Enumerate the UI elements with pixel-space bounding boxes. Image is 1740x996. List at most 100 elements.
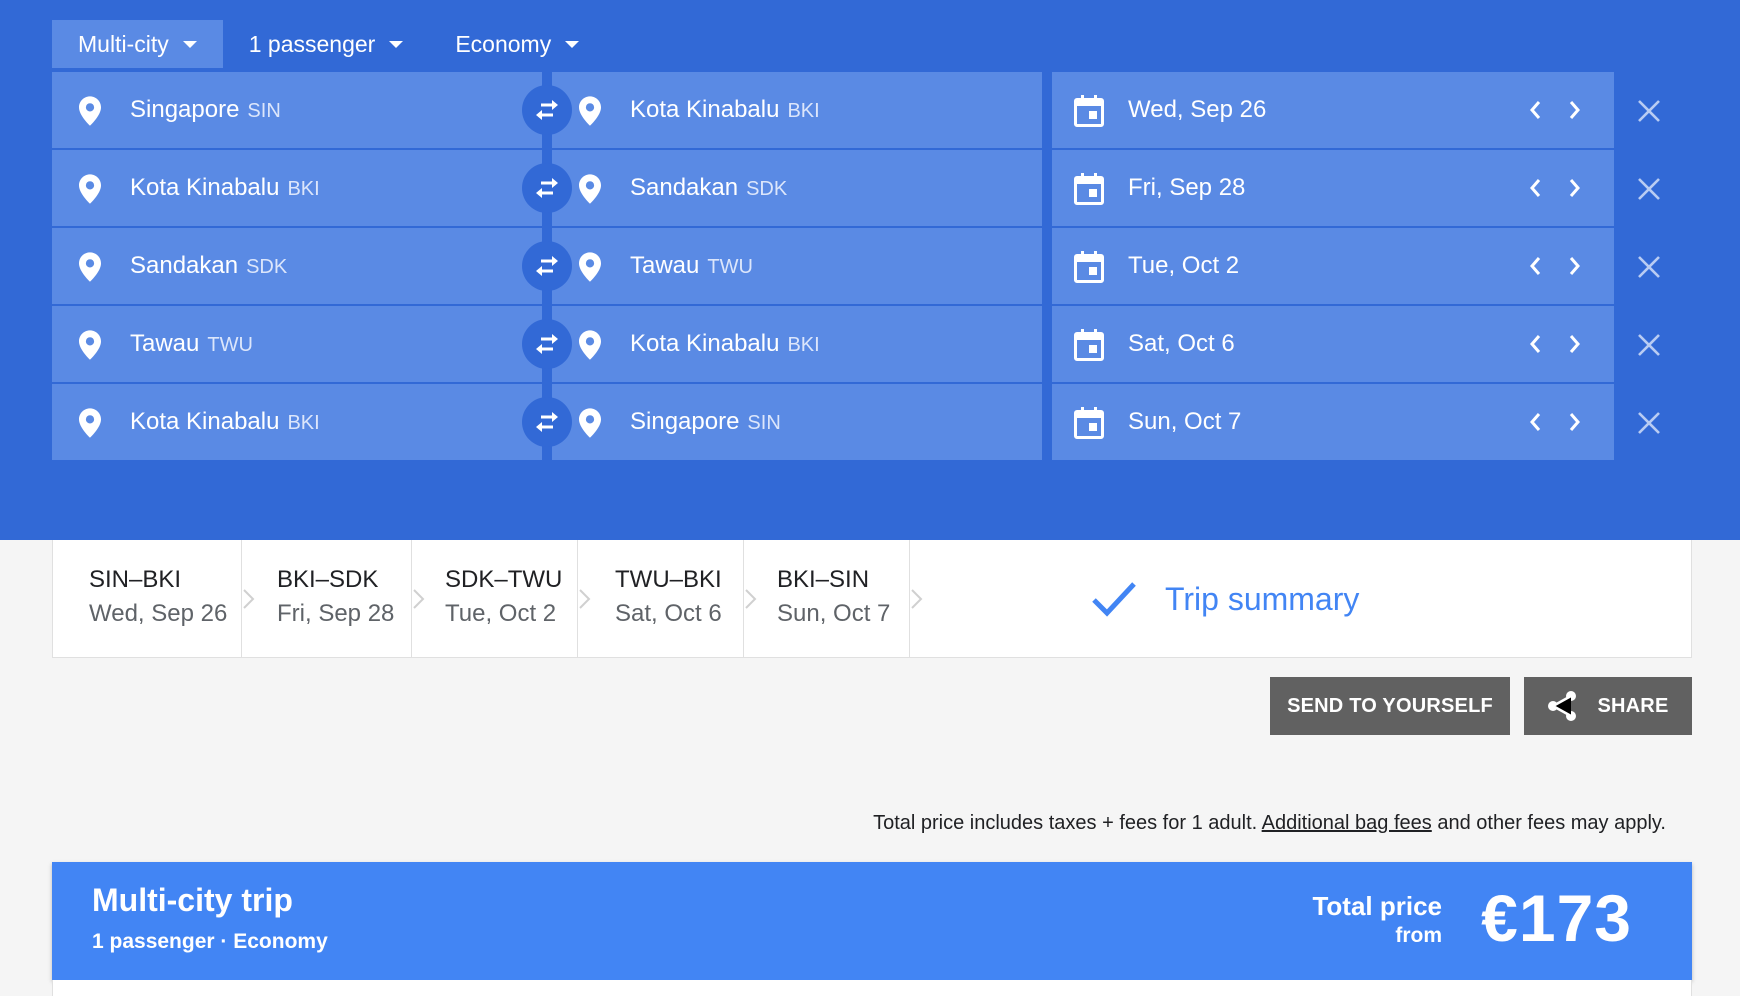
origin-code: SDK [246,256,288,278]
origin-field[interactable]: Kota Kinabalu BKI [52,150,542,226]
next-date-button[interactable] [1560,94,1590,126]
destination-field[interactable]: Sandakan SDK [552,150,1042,226]
flight-leg-row: Sandakan SDK Tawau TWU Tue, Oct 2 [52,228,1672,304]
origin-field[interactable]: Kota Kinabalu BKI [52,384,542,460]
remove-leg-button[interactable] [1632,250,1666,284]
chevron-left-icon [1530,179,1541,197]
calendar-icon [1074,173,1104,205]
passengers-label: 1 passenger [248,30,376,57]
destination-field[interactable]: Kota Kinabalu BKI [552,306,1042,382]
close-icon [1638,334,1660,356]
origin-city: Kota Kinabalu BKI [130,408,320,435]
previous-date-button[interactable] [1520,328,1550,360]
caret-down-icon [182,40,197,48]
tab-route: SDK–TWU [445,566,563,593]
search-panel: Multi-city 1 passenger Economy Singapore… [0,0,1740,540]
origin-city: Sandakan SDK [130,252,288,279]
location-pin-icon [579,330,601,360]
tab-leg-5[interactable]: BKI–SIN Sun, Oct 7 [777,540,890,658]
tab-leg-2[interactable]: BKI–SDK Fri, Sep 28 [277,540,394,658]
close-icon [1638,178,1660,200]
location-pin-icon [579,252,601,282]
destination-field[interactable]: Kota Kinabalu BKI [552,72,1042,148]
tab-date: Tue, Oct 2 [445,600,557,627]
tab-route: BKI–SIN [777,566,870,593]
calendar-icon [1074,407,1104,439]
location-pin-icon [79,330,101,360]
price-disclaimer: Total price includes taxes + fees for 1 … [873,812,1666,835]
swap-button[interactable] [522,241,572,291]
flight-leg-row: Tawau TWU Kota Kinabalu BKI Sat, Oct 6 [52,306,1672,382]
next-date-button[interactable] [1560,250,1590,282]
destination-field[interactable]: Singapore SIN [552,384,1042,460]
tab-leg-1[interactable]: SIN–BKI Wed, Sep 26 [89,540,227,658]
total-price-label: Total price from [1312,892,1442,950]
previous-date-button[interactable] [1520,406,1550,438]
share-icon [1548,691,1577,721]
chevron-right-icon [745,589,757,609]
chevron-left-icon [1530,335,1541,353]
tab-date: Sat, Oct 6 [615,600,722,627]
origin-field[interactable]: Singapore SIN [52,72,542,148]
total-price: €173 [1481,881,1632,955]
destination-city: Sandakan SDK [630,174,788,201]
destination-city: Kota Kinabalu BKI [630,96,820,123]
departure-date-field[interactable]: Wed, Sep 26 [1052,72,1614,148]
tab-route: BKI–SDK [277,566,379,593]
chevron-right-icon [413,589,425,609]
share-button[interactable]: SHARE [1524,677,1692,735]
swap-button[interactable] [522,85,572,135]
origin-code: BKI [287,412,320,434]
swap-button[interactable] [522,163,572,213]
swap-button[interactable] [522,319,572,369]
swap-arrows-icon [536,100,558,120]
chevron-left-icon [1530,413,1541,431]
destination-code: SDK [746,178,788,200]
passengers-dropdown[interactable]: 1 passenger [223,20,430,68]
destination-code: TWU [707,256,753,278]
tab-route: SIN–BKI [89,566,182,593]
next-date-button[interactable] [1560,172,1590,204]
destination-code: BKI [787,100,820,122]
origin-city: Kota Kinabalu BKI [130,174,320,201]
chevron-right-icon [243,589,255,609]
next-date-button[interactable] [1560,406,1590,438]
tab-leg-4[interactable]: TWU–BKI Sat, Oct 6 [615,540,722,658]
swap-arrows-icon [536,256,558,276]
tab-trip-summary[interactable]: Trip summary [1053,540,1453,658]
departure-date-field[interactable]: Sun, Oct 7 [1052,384,1614,460]
departure-date-field[interactable]: Tue, Oct 2 [1052,228,1614,304]
remove-leg-button[interactable] [1632,94,1666,128]
previous-date-button[interactable] [1520,172,1550,204]
cabin-class-dropdown[interactable]: Economy [429,20,605,68]
calendar-icon [1074,95,1104,127]
close-icon [1638,100,1660,122]
checkmark-icon [1092,582,1136,617]
previous-date-button[interactable] [1520,94,1550,126]
destination-city: Tawau TWU [630,252,753,279]
departure-date-field[interactable]: Fri, Sep 28 [1052,150,1614,226]
cabin-class-label: Economy [455,30,552,57]
additional-bag-fees-link[interactable]: Additional bag fees [1262,812,1432,834]
departure-date-field[interactable]: Sat, Oct 6 [1052,306,1614,382]
origin-code: SIN [247,100,281,122]
share-label: SHARE [1597,694,1669,717]
next-date-button[interactable] [1560,328,1590,360]
chevron-right-icon [1569,257,1580,275]
chevron-right-icon [1569,335,1580,353]
origin-field[interactable]: Tawau TWU [52,306,542,382]
remove-leg-button[interactable] [1632,172,1666,206]
destination-field[interactable]: Tawau TWU [552,228,1042,304]
previous-date-button[interactable] [1520,250,1550,282]
disclaimer-text-end: and other fees may apply. [1431,812,1666,834]
trip-type-dropdown[interactable]: Multi-city [52,20,223,68]
remove-leg-button[interactable] [1632,328,1666,362]
chevron-left-icon [1530,257,1541,275]
chevron-right-icon [579,589,591,609]
remove-leg-button[interactable] [1632,406,1666,440]
send-to-yourself-button[interactable]: SEND TO YOURSELF [1270,677,1510,735]
trip-subtitle: 1 passenger · Economy [92,930,328,953]
tab-leg-3[interactable]: SDK–TWU Tue, Oct 2 [445,540,562,658]
swap-button[interactable] [522,397,572,447]
origin-field[interactable]: Sandakan SDK [52,228,542,304]
